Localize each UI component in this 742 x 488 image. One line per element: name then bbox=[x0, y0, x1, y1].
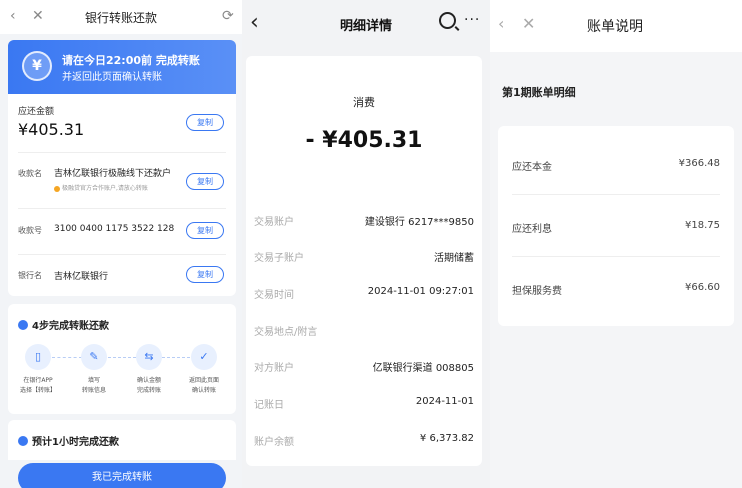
transfer-info-card: 应还金额 ¥405.31 复制 收款名 吉林亿联银行极融线下还款户 极融贷官方合… bbox=[8, 94, 236, 296]
step-item: ✓ 返回此页面确认转账 bbox=[179, 344, 229, 396]
step-line-2: 完成转账 bbox=[136, 387, 161, 394]
step-line-1: 返回此页面 bbox=[188, 377, 219, 384]
bank-transfer-panel: ‹ ✕ 银行转账还款 ⟳ ¥ 请在今日22:00前 完成转账 并返回此页面确认转… bbox=[0, 0, 242, 488]
steps-title: 4步完成转账还款 bbox=[18, 317, 109, 332]
p2-header: ‹ 明细详情 ··· bbox=[242, 0, 490, 48]
payee-note: 极融贷官方合作账户,请放心转账 bbox=[54, 183, 148, 192]
step-line-2: 选择【转账】 bbox=[19, 387, 56, 394]
yen-coin-icon: ¥ bbox=[22, 51, 52, 81]
copy-payee-button[interactable]: 复制 bbox=[186, 173, 224, 190]
detail-value: ¥ 6,373.82 bbox=[419, 433, 474, 444]
divider bbox=[512, 256, 720, 257]
section-title: 第1期账单明细 bbox=[502, 86, 576, 99]
detail-value: 活期储蓄 bbox=[434, 253, 474, 264]
bank-label: 银行名 bbox=[18, 271, 42, 280]
step-line-1: 填写 bbox=[87, 377, 100, 384]
page-title: 银行转账还款 bbox=[84, 11, 157, 25]
bill-item-value: ¥66.60 bbox=[685, 282, 720, 293]
detail-label: 交易地点/附言 bbox=[254, 327, 318, 338]
close-icon[interactable]: ✕ bbox=[522, 14, 535, 33]
payee-note-text: 极融贷官方合作账户,请放心转账 bbox=[62, 185, 148, 192]
detail-label: 对方账户 bbox=[254, 363, 294, 374]
p3-header: ‹ ✕ 账单说明 bbox=[490, 0, 742, 52]
clock-icon bbox=[18, 436, 28, 446]
screenshot-root: ‹ ✕ 银行转账还款 ⟳ ¥ 请在今日22:00前 完成转账 并返回此页面确认转… bbox=[0, 0, 742, 488]
bill-breakdown-card: 应还本金 ¥366.48 应还利息 ¥18.75 担保服务费 ¥66.60 bbox=[498, 126, 734, 326]
detail-value: 亿联银行渠道 008805 bbox=[372, 363, 474, 374]
step-item: ✎ 填写转账信息 bbox=[69, 344, 119, 396]
detail-label: 交易子账户 bbox=[254, 253, 304, 264]
exchange-icon: ⇆ bbox=[136, 344, 162, 370]
divider bbox=[18, 152, 226, 153]
steps-card: 4步完成转账还款 ▯ 在银行APP 选择【转账】 ✎ 填写转账信息 ⇆ 确认金额完… bbox=[8, 304, 236, 414]
copy-account-button[interactable]: 复制 bbox=[186, 222, 224, 239]
refresh-icon[interactable]: ⟳ bbox=[222, 8, 234, 24]
detail-card: 消费 - ¥405.31 交易账户 建设银行 6217***9850 交易子账户… bbox=[246, 56, 482, 466]
divider bbox=[18, 254, 226, 255]
step-line-2: 转账信息 bbox=[81, 387, 106, 394]
page-title: 账单说明 bbox=[587, 19, 643, 35]
transaction-detail-panel: ‹ 明细详情 ··· 消费 - ¥405.31 交易账户 建设银行 6217**… bbox=[242, 0, 490, 488]
back-icon[interactable]: ‹ bbox=[498, 14, 504, 33]
amount-value: ¥405.31 bbox=[18, 120, 85, 139]
transaction-amount: - ¥405.31 bbox=[305, 128, 423, 153]
detail-value: 2024-11-01 bbox=[415, 396, 474, 407]
bill-item-label: 担保服务费 bbox=[512, 286, 562, 297]
transaction-category: 消费 bbox=[353, 96, 375, 109]
estimate-title: 预计1小时完成还款 bbox=[18, 433, 119, 448]
search-icon[interactable] bbox=[439, 12, 456, 29]
detail-label: 记账日 bbox=[254, 400, 284, 411]
p1-header: ‹ ✕ 银行转账还款 ⟳ bbox=[0, 0, 242, 34]
banner-line-1: 请在今日22:00前 完成转账 bbox=[62, 54, 200, 67]
steps-icon bbox=[18, 320, 28, 330]
bill-item-label: 应还本金 bbox=[512, 162, 552, 173]
bill-item-value: ¥18.75 bbox=[685, 220, 720, 231]
more-icon[interactable]: ··· bbox=[464, 12, 480, 28]
copy-bank-button[interactable]: 复制 bbox=[186, 266, 224, 283]
detail-label: 账户余额 bbox=[254, 437, 294, 448]
info-dot-icon bbox=[54, 185, 60, 192]
estimate-card: 预计1小时完成还款 bbox=[8, 420, 236, 460]
bill-item-label: 应还利息 bbox=[512, 224, 552, 235]
account-label: 收款号 bbox=[18, 226, 42, 235]
estimate-title-text: 预计1小时完成还款 bbox=[32, 437, 119, 448]
transfer-done-button[interactable]: 我已完成转账 bbox=[18, 463, 226, 488]
divider bbox=[512, 194, 720, 195]
bill-item-value: ¥366.48 bbox=[678, 158, 720, 169]
step-item: ⇆ 确认金额完成转账 bbox=[124, 344, 174, 396]
copy-amount-button[interactable]: 复制 bbox=[186, 114, 224, 131]
deadline-banner: ¥ 请在今日22:00前 完成转账 并返回此页面确认转账 bbox=[8, 40, 236, 94]
phone-icon: ▯ bbox=[25, 344, 51, 370]
bill-explanation-panel: ‹ ✕ 账单说明 第1期账单明细 应还本金 ¥366.48 应还利息 ¥18.7… bbox=[490, 0, 742, 488]
pen-icon: ✎ bbox=[81, 344, 107, 370]
detail-value: 建设银行 6217***9850 bbox=[364, 217, 474, 228]
step-line-1: 确认金额 bbox=[136, 377, 161, 384]
bank-value: 吉林亿联银行 bbox=[54, 272, 109, 282]
step-item: ▯ 在银行APP 选择【转账】 bbox=[13, 344, 63, 396]
step-line-2: 确认转账 bbox=[191, 387, 216, 394]
detail-value: 2024-11-01 09:27:01 bbox=[367, 286, 474, 297]
divider bbox=[18, 208, 226, 209]
check-icon: ✓ bbox=[191, 344, 217, 370]
payee-label: 收款名 bbox=[18, 169, 42, 178]
detail-label: 交易时间 bbox=[254, 290, 294, 301]
payee-value: 吉林亿联银行极融线下还款户 bbox=[54, 169, 172, 179]
amount-label: 应还金额 bbox=[18, 107, 55, 117]
banner-line-2: 并返回此页面确认转账 bbox=[62, 72, 162, 83]
detail-label: 交易账户 bbox=[254, 217, 294, 228]
steps-title-text: 4步完成转账还款 bbox=[32, 321, 109, 332]
step-line-1: 在银行APP bbox=[23, 377, 53, 384]
account-value: 3100 0400 1175 3522 128 bbox=[54, 224, 175, 234]
